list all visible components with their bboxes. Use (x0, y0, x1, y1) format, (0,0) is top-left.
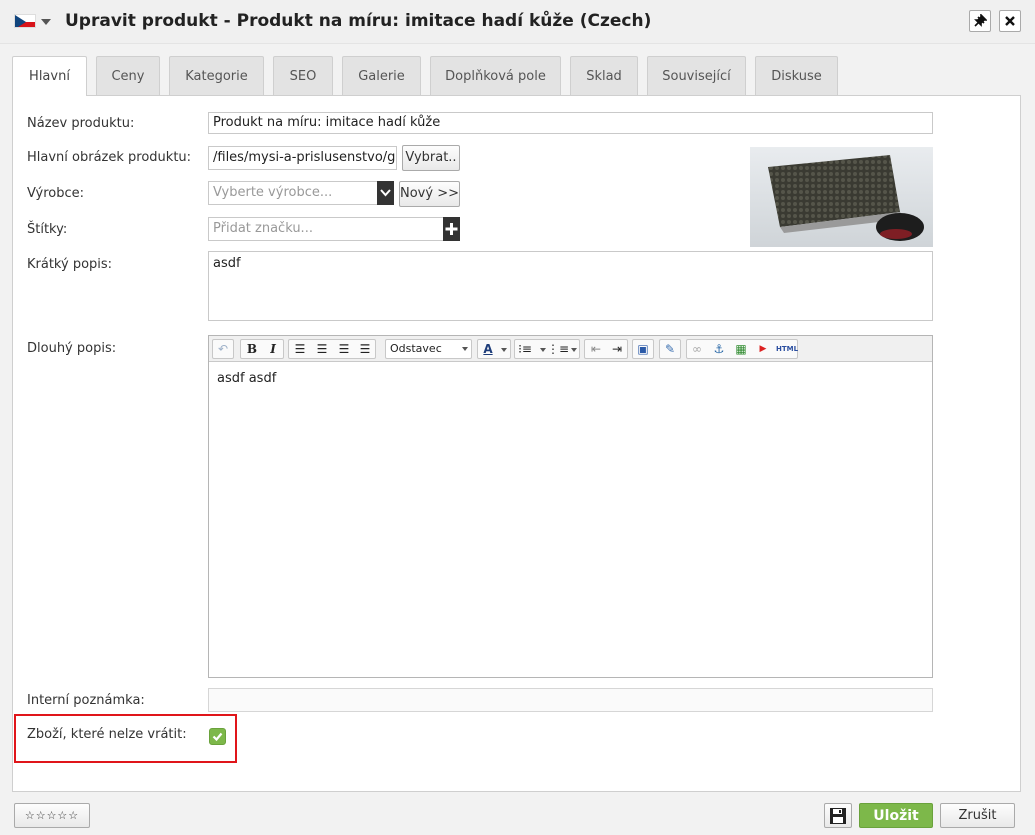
main-image-label: Hlavní obrázek produktu: (27, 150, 192, 165)
tab-diskuse[interactable]: Diskuse (755, 56, 838, 95)
link-icon[interactable]: ∞ (687, 340, 707, 358)
short-description-label: Krátký popis: (27, 257, 113, 272)
product-name-label: Název produktu: (27, 116, 135, 131)
tab-souvisejici[interactable]: Související (647, 56, 746, 95)
save-draft-button[interactable] (824, 803, 852, 828)
bold-icon[interactable]: B (242, 340, 262, 358)
edit-group: ✎ (659, 339, 681, 359)
close-icon (1005, 16, 1015, 26)
close-button[interactable] (999, 10, 1021, 32)
language-dropdown-icon[interactable] (41, 19, 51, 25)
tab-kategorie[interactable]: Kategorie (169, 56, 264, 95)
chevron-down-icon[interactable] (571, 348, 577, 352)
plus-icon (445, 223, 458, 235)
czech-flag-icon[interactable] (14, 14, 36, 28)
align-center-icon[interactable]: ☰ (312, 340, 332, 358)
checkmark-icon (212, 732, 223, 742)
format-select[interactable]: Odstavec (385, 339, 472, 359)
paste-word-icon[interactable]: ▣ (633, 340, 653, 358)
tab-doplnkova-pole[interactable]: Doplňková pole (430, 56, 561, 95)
non-returnable-checkbox[interactable] (209, 728, 226, 745)
manufacturer-label: Výrobce: (27, 186, 85, 201)
long-description-label: Dlouhý popis: (27, 341, 117, 356)
short-description-textarea[interactable]: asdf (208, 251, 933, 321)
choose-image-button[interactable]: Vybrat.. (402, 145, 460, 171)
paste-word-group: ▣ (632, 339, 654, 359)
product-name-input[interactable]: Produkt na míru: imitace hadí kůže (208, 112, 933, 134)
undo-group: ↶ (212, 339, 234, 359)
chevron-down-icon[interactable] (501, 348, 507, 352)
numbered-list-icon[interactable]: ⋮≡ (547, 340, 569, 358)
image-icon[interactable]: ▦ (731, 340, 751, 358)
font-color-icon[interactable]: A (478, 340, 498, 358)
align-justify-icon[interactable]: ☰ (355, 340, 375, 358)
tab-seo[interactable]: SEO (273, 56, 333, 95)
edit-icon[interactable]: ✎ (660, 340, 680, 358)
pin-icon (974, 14, 987, 27)
tab-galerie[interactable]: Galerie (342, 56, 421, 95)
add-tag-button[interactable] (443, 217, 460, 241)
alignment-group: ☰ ☰ ☰ ☰ (288, 339, 376, 359)
non-returnable-label: Zboží, které nelze vrátit: (27, 727, 187, 742)
insert-group: ∞ ⚓ ▦ ▶ HTML (686, 339, 798, 359)
chevron-down-icon (462, 347, 468, 351)
font-color-group: A (477, 339, 511, 359)
rating-button[interactable]: ☆☆☆☆☆ (14, 803, 90, 828)
format-select-value: Odstavec (390, 342, 442, 355)
product-image-preview (750, 147, 933, 247)
italic-icon[interactable]: I (263, 340, 283, 358)
align-left-icon[interactable]: ☰ (290, 340, 310, 358)
youtube-icon[interactable]: ▶ (753, 340, 773, 358)
tab-sklad[interactable]: Sklad (570, 56, 638, 95)
chevron-down-icon (380, 189, 391, 197)
manufacturer-select[interactable]: Vyberte výrobce... (208, 181, 394, 205)
new-manufacturer-button[interactable]: Nový >> (399, 181, 460, 207)
tab-hlavni[interactable]: Hlavní (12, 56, 87, 96)
save-button[interactable]: Uložit (859, 803, 933, 828)
outdent-icon[interactable]: ⇤ (586, 340, 606, 358)
dialog-title: Upravit produkt - Produkt na míru: imita… (65, 11, 652, 31)
text-style-group: B I (240, 339, 284, 359)
tab-ceny[interactable]: Ceny (96, 56, 160, 95)
long-description-text: asdf asdf (217, 371, 277, 386)
main-image-path-input[interactable]: /files/mysi-a-prislusenstvo/ger (208, 146, 397, 170)
list-group: ⁝≡ ⋮≡ (514, 339, 580, 359)
align-right-icon[interactable]: ☰ (334, 340, 354, 358)
long-description-content[interactable]: asdf asdf (209, 363, 932, 677)
indent-icon[interactable]: ⇥ (607, 340, 627, 358)
indent-group: ⇤ ⇥ (584, 339, 628, 359)
undo-icon[interactable]: ↶ (213, 340, 233, 358)
internal-note-label: Interní poznámka: (27, 693, 145, 708)
manufacturer-dropdown-button[interactable] (377, 181, 394, 205)
tags-input[interactable]: Přidat značku... (208, 217, 445, 241)
cancel-button[interactable]: Zrušit (940, 803, 1015, 828)
anchor-icon[interactable]: ⚓ (709, 340, 729, 358)
tags-label: Štítky: (27, 222, 68, 237)
pin-button[interactable] (969, 10, 991, 32)
bullet-list-icon[interactable]: ⁝≡ (515, 340, 535, 358)
chevron-down-icon[interactable] (540, 348, 546, 352)
editor-toolbar: ↶ B I ☰ ☰ ☰ ☰ Odstavec A ⁝≡ ⋮≡ ⇤ ⇥ ▣ ✎ ∞… (209, 336, 932, 362)
dialog-titlebar: Upravit produkt - Produkt na míru: imita… (0, 0, 1035, 44)
internal-note-input[interactable] (208, 688, 933, 712)
floppy-disk-icon (830, 808, 846, 824)
html-icon[interactable]: HTML (775, 340, 799, 358)
